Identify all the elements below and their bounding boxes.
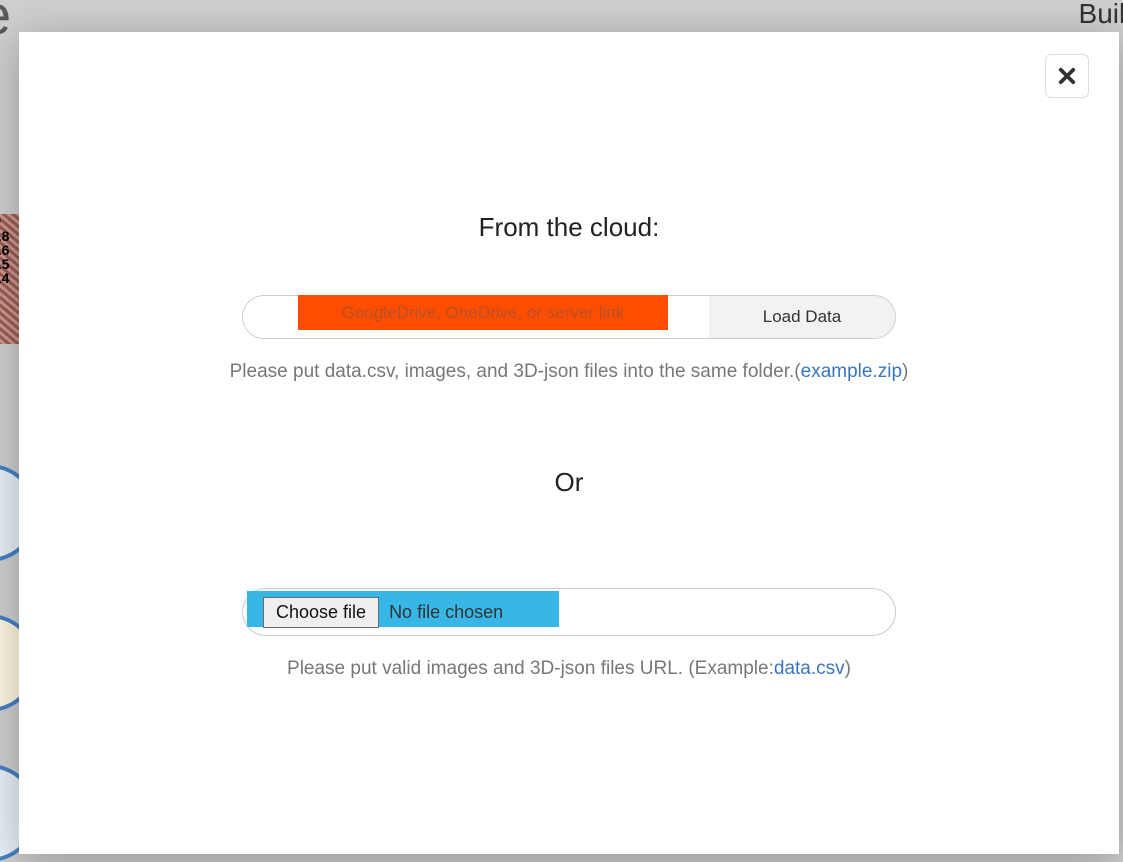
or-separator: Or [19, 467, 1119, 498]
help-text-prefix: Please put valid images and 3D-json file… [287, 658, 774, 679]
cloud-section-title: From the cloud: [19, 212, 1119, 243]
help-text-prefix: Please put data.csv, images, and 3D-json… [230, 361, 801, 382]
header-right-fragment: Buildi [1079, 0, 1123, 30]
close-button[interactable] [1045, 54, 1089, 98]
cloud-url-input[interactable] [243, 296, 709, 338]
local-help-text: Please put valid images and 3D-json file… [19, 658, 1119, 680]
cloud-input-group: Load Data GoogleDrive, OneDrive, or serv… [242, 295, 896, 339]
help-text-suffix: ) [902, 361, 908, 382]
thumbnail-label-fragment: w0.80.60.50.4 [0, 215, 9, 285]
file-input-group[interactable]: Choose file No file chosen [242, 588, 896, 636]
cloud-help-text: Please put data.csv, images, and 3D-json… [19, 361, 1119, 383]
file-chosen-status: No file chosen [389, 602, 503, 623]
close-icon [1058, 67, 1076, 85]
help-text-suffix: ) [845, 658, 851, 679]
logo-fragment: e [0, 0, 7, 47]
load-data-button[interactable]: Load Data [709, 296, 895, 338]
load-data-modal: From the cloud: Load Data GoogleDrive, O… [19, 32, 1119, 854]
example-zip-link[interactable]: example.zip [801, 361, 902, 382]
choose-file-button[interactable]: Choose file [263, 597, 379, 628]
example-csv-link[interactable]: data.csv [774, 658, 845, 679]
